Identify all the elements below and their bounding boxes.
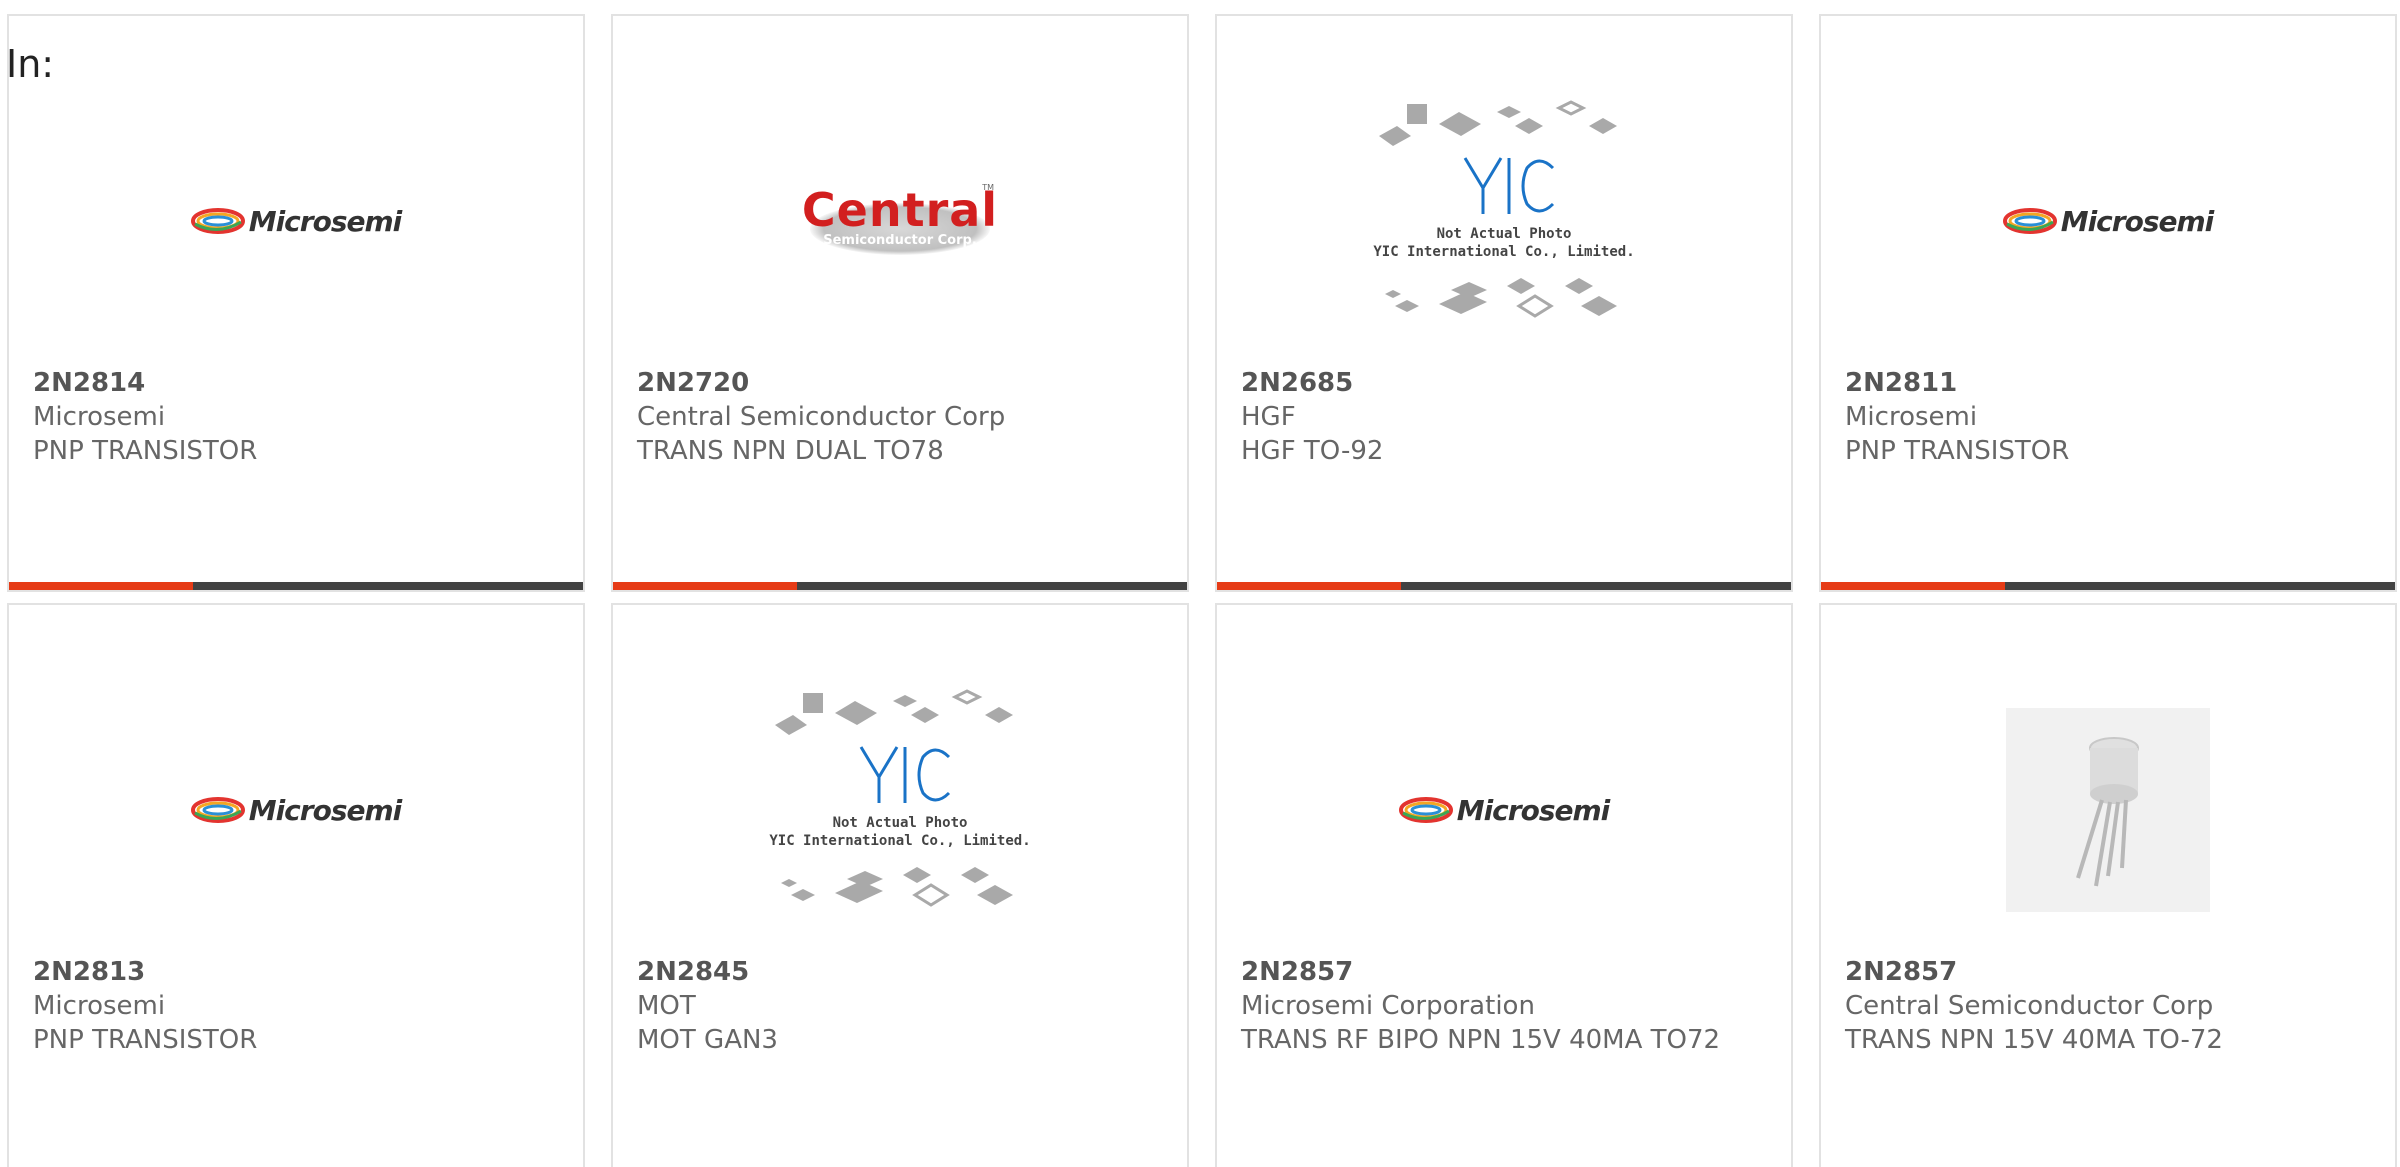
manufacturer: MOT	[637, 991, 696, 1021]
card-bottom-bar	[1821, 582, 2395, 590]
product-image[interactable]: Not Actual Photo YIC International Co., …	[1217, 96, 1791, 346]
not-actual-photo-placeholder: Not Actual Photo YIC International Co., …	[1369, 96, 1639, 346]
product-info: 2N2720 Central Semiconductor Corp TRANS …	[637, 366, 1147, 468]
card-bottom-bar	[9, 582, 583, 590]
manufacturer: Central Semiconductor Corp	[1845, 991, 2214, 1021]
description: TRANS RF BIPO NPN 15V 40MA TO72	[1241, 1025, 1721, 1055]
microsemi-swirl-icon	[190, 797, 245, 823]
description: PNP TRANSISTOR	[1845, 436, 2070, 466]
card-bottom-bar	[1217, 582, 1791, 590]
part-number[interactable]: 2N2814	[33, 366, 543, 400]
microsemi-swirl-icon	[1398, 797, 1453, 823]
product-image[interactable]: Microsemi	[9, 685, 583, 935]
product-card[interactable]: Microsemi 2N2857 Microsemi Corporation T…	[1215, 603, 1793, 1167]
card-accent-bar	[9, 582, 193, 590]
product-card[interactable]: Microsemi 2N2813 Microsemi PNP TRANSISTO…	[7, 603, 585, 1167]
microsemi-logo: Microsemi	[190, 205, 402, 238]
not-actual-photo-placeholder: Not Actual Photo YIC International Co., …	[765, 685, 1035, 935]
product-image[interactable]: Microsemi	[9, 96, 583, 346]
part-number[interactable]: 2N2857	[1845, 955, 2355, 989]
manufacturer: Microsemi	[33, 991, 166, 1021]
product-info: 2N2811 Microsemi PNP TRANSISTOR	[1845, 366, 2355, 468]
part-number[interactable]: 2N2720	[637, 366, 1147, 400]
product-info: 2N2857 Central Semiconductor Corp TRANS …	[1845, 955, 2355, 1057]
card-bottom-bar	[613, 582, 1187, 590]
product-card[interactable]: 2N2857 Central Semiconductor Corp TRANS …	[1819, 603, 2397, 1167]
description: PNP TRANSISTOR	[33, 1025, 258, 1055]
part-number[interactable]: 2N2857	[1241, 955, 1751, 989]
part-number[interactable]: 2N2685	[1241, 366, 1751, 400]
microsemi-swirl-icon	[2002, 208, 2057, 234]
part-number[interactable]: 2N2813	[33, 955, 543, 989]
part-number[interactable]: 2N2845	[637, 955, 1147, 989]
product-info: 2N2685 HGF HGF TO-92	[1241, 366, 1751, 468]
product-card[interactable]: Microsemi 2N2814 Microsemi PNP TRANSISTO…	[7, 14, 585, 592]
card-accent-bar	[1217, 582, 1401, 590]
product-card[interactable]: Not Actual Photo YIC International Co., …	[1215, 14, 1793, 592]
description: MOT GAN3	[637, 1025, 778, 1055]
product-image[interactable]: Microsemi	[1217, 685, 1791, 935]
chip-packages-icon	[1379, 100, 1617, 318]
product-info: 2N2813 Microsemi PNP TRANSISTOR	[33, 955, 543, 1057]
description: HGF TO-92	[1241, 436, 1384, 466]
card-accent-bar	[613, 582, 797, 590]
card-accent-bar	[1821, 582, 2005, 590]
microsemi-logo: Microsemi	[190, 794, 402, 827]
product-card[interactable]: Central Semiconductor Corp. TM 2N2720 Ce…	[611, 14, 1189, 592]
microsemi-logo: Microsemi	[1398, 794, 1610, 827]
description: TRANS NPN 15V 40MA TO-72	[1845, 1025, 2223, 1055]
in-label: In:	[6, 42, 55, 86]
product-image[interactable]: Microsemi	[1821, 96, 2395, 346]
product-info: 2N2814 Microsemi PNP TRANSISTOR	[33, 366, 543, 468]
product-image[interactable]: Central Semiconductor Corp. TM	[613, 96, 1187, 346]
chip-packages-icon	[775, 689, 1013, 907]
description: TRANS NPN DUAL TO78	[637, 436, 944, 466]
manufacturer: Microsemi Corporation	[1241, 991, 1535, 1021]
product-info: 2N2857 Microsemi Corporation TRANS RF BI…	[1241, 955, 1751, 1057]
manufacturer: Microsemi	[1845, 402, 1978, 432]
manufacturer: Central Semiconductor Corp	[637, 402, 1006, 432]
microsemi-swirl-icon	[190, 208, 245, 234]
manufacturer: Microsemi	[33, 402, 166, 432]
product-image[interactable]	[1821, 685, 2395, 935]
microsemi-logo: Microsemi	[2002, 205, 2214, 238]
central-semiconductor-logo: Central Semiconductor Corp. TM	[800, 181, 1000, 261]
product-card[interactable]: Not Actual Photo YIC International Co., …	[611, 603, 1189, 1167]
product-info: 2N2845 MOT MOT GAN3	[637, 955, 1147, 1057]
product-card[interactable]: Microsemi 2N2811 Microsemi PNP TRANSISTO…	[1819, 14, 2397, 592]
manufacturer: HGF	[1241, 402, 1296, 432]
transistor-photo	[2006, 708, 2210, 912]
part-number[interactable]: 2N2811	[1845, 366, 2355, 400]
product-image[interactable]: Not Actual Photo YIC International Co., …	[613, 685, 1187, 935]
transistor-icon	[2006, 708, 2210, 912]
description: PNP TRANSISTOR	[33, 436, 258, 466]
product-grid-page: Microsemi 2N2814 Microsemi PNP TRANSISTO…	[0, 0, 2400, 1167]
